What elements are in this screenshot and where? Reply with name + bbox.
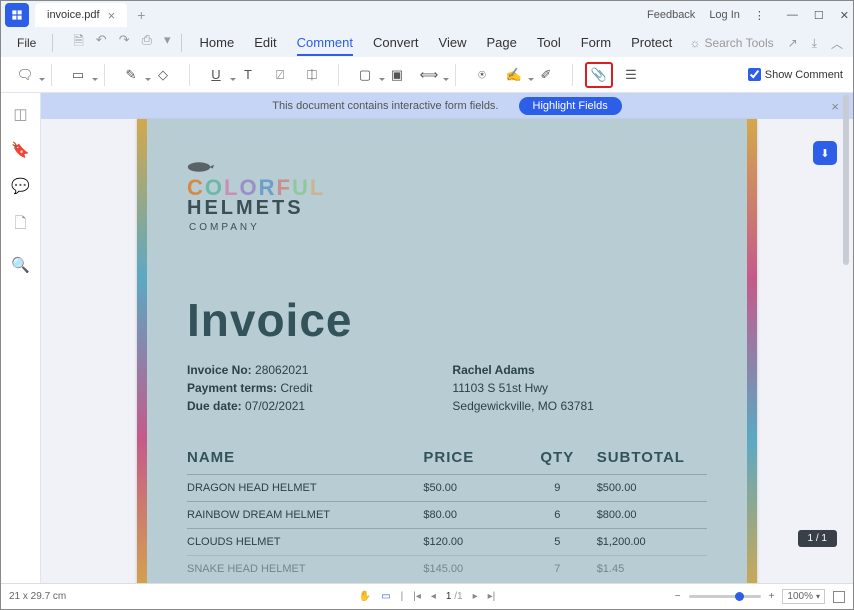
undo-icon[interactable]: ↶ bbox=[96, 32, 107, 54]
callout-box-tool[interactable]: ▣ bbox=[383, 62, 411, 88]
sign-tool[interactable]: ✐ bbox=[532, 62, 560, 88]
underline-tool[interactable]: U bbox=[202, 62, 230, 88]
customize-icon[interactable]: ▾ bbox=[164, 32, 171, 54]
logo-icon bbox=[187, 159, 219, 173]
save-icon[interactable]: 🗎 bbox=[73, 32, 83, 54]
select-tool-icon[interactable]: ▭ bbox=[381, 591, 390, 602]
left-sidebar: ◫ 🔖 💬 🗋 🔍 bbox=[1, 93, 41, 583]
shape-rect-tool[interactable]: ▢ bbox=[351, 62, 379, 88]
cloud-icon[interactable]: ⤓ bbox=[812, 36, 817, 51]
invoice-title: Invoice bbox=[187, 293, 707, 347]
search-tools[interactable]: ☼ Search Tools bbox=[689, 36, 773, 50]
attachments-rail-icon[interactable]: 🗋 bbox=[14, 213, 26, 238]
zoom-value[interactable]: 100% ▾ bbox=[782, 589, 825, 604]
tab-protect[interactable]: Protect bbox=[631, 31, 672, 56]
note-tool[interactable]: 🗨 bbox=[11, 62, 39, 88]
page-dimensions: 21 x 29.7 cm bbox=[9, 591, 66, 602]
first-page-icon[interactable]: |◂ bbox=[413, 591, 421, 602]
close-window-icon[interactable]: ✕ bbox=[840, 9, 849, 22]
menubar: File 🗎 ↶ ↷ ⎙ ▾ Home Edit Comment Convert… bbox=[1, 29, 853, 57]
invoice-meta: Invoice No: 28062021 Payment terms: Cred… bbox=[187, 361, 707, 415]
tab-convert[interactable]: Convert bbox=[373, 31, 419, 56]
page-indicator: 1 / 1 bbox=[798, 530, 837, 547]
tab-edit[interactable]: Edit bbox=[254, 31, 276, 56]
stamp-tool[interactable]: ⍟ bbox=[468, 62, 496, 88]
tab-form[interactable]: Form bbox=[581, 31, 611, 56]
search-icon[interactable]: 🔍 bbox=[11, 256, 30, 274]
signature-tool[interactable]: ✍ bbox=[500, 62, 528, 88]
zoom-slider[interactable] bbox=[689, 595, 761, 598]
statusbar: 21 x 29.7 cm ✋ ▭ | |◂ ◂ 1 /1 ▸ ▸| − + 10… bbox=[1, 583, 853, 609]
zoom-in-icon[interactable]: + bbox=[769, 591, 775, 602]
bookmarks-icon[interactable]: 🔖 bbox=[11, 141, 30, 159]
login-link[interactable]: Log In bbox=[709, 9, 740, 21]
vertical-scrollbar[interactable] bbox=[843, 93, 851, 583]
minimize-icon[interactable]: — bbox=[787, 9, 798, 22]
banner-message: This document contains interactive form … bbox=[272, 100, 498, 112]
titlebar: invoice.pdf × + Feedback Log In ⋮ — ☐ ✕ bbox=[1, 1, 853, 29]
tab-title: invoice.pdf bbox=[47, 9, 100, 21]
maximize-icon[interactable]: ☐ bbox=[814, 9, 824, 22]
banner-close-icon[interactable]: × bbox=[831, 99, 839, 114]
tab-tool[interactable]: Tool bbox=[537, 31, 561, 56]
invoice-table: NAME PRICE QTY SUBTOTAL DRAGON HEAD HELM… bbox=[187, 449, 707, 582]
thumbnails-icon[interactable]: ◫ bbox=[13, 105, 27, 123]
tab-comment[interactable]: Comment bbox=[297, 31, 353, 56]
redo-icon[interactable]: ↷ bbox=[119, 32, 130, 54]
callout-tool[interactable]: ⎅ bbox=[298, 62, 326, 88]
document-canvas[interactable]: This document contains interactive form … bbox=[41, 93, 853, 583]
pdf-page: COLORFUL HELMETS COMPANY Invoice Invoice… bbox=[137, 119, 757, 583]
share-icon[interactable]: ↗ bbox=[788, 36, 798, 50]
highlight-fields-button[interactable]: Highlight Fields bbox=[519, 97, 622, 115]
prev-page-icon[interactable]: ◂ bbox=[431, 591, 436, 602]
hand-tool-icon[interactable]: ✋ bbox=[359, 591, 371, 602]
logo-text-1: COLORFUL bbox=[187, 177, 707, 199]
collapse-ribbon-icon[interactable]: ︿ bbox=[831, 35, 843, 52]
table-row: RAINBOW DREAM HELMET$80.006$800.00 bbox=[187, 501, 707, 528]
highlight-tool[interactable]: ▭ bbox=[64, 62, 92, 88]
table-row: DRAGON HEAD HELMET$50.009$500.00 bbox=[187, 474, 707, 501]
table-row: CLOUDS HELMET$120.005$1,200.00 bbox=[187, 528, 707, 555]
download-badge-icon[interactable]: ⬇ bbox=[813, 141, 837, 165]
show-comment-checkbox[interactable] bbox=[748, 68, 761, 81]
fit-page-icon[interactable] bbox=[833, 591, 845, 603]
last-page-icon[interactable]: ▸| bbox=[488, 591, 496, 602]
text-tool[interactable]: T bbox=[234, 62, 262, 88]
logo-text-3: COMPANY bbox=[189, 222, 707, 233]
tab-view[interactable]: View bbox=[439, 31, 467, 56]
pencil-tool[interactable]: ✎ bbox=[117, 62, 145, 88]
form-fields-banner: This document contains interactive form … bbox=[41, 93, 853, 119]
measure-tool[interactable]: ⟺ bbox=[415, 62, 443, 88]
comment-toolbar: 🗨 ▭ ✎ ◇ U T ⍁ ⎅ ▢ ▣ ⟺ ⍟ ✍ ✐ 📎 ☰ Show Com… bbox=[1, 57, 853, 93]
feedback-link[interactable]: Feedback bbox=[647, 9, 695, 21]
textbox-tool[interactable]: ⍁ bbox=[266, 62, 294, 88]
table-row: SNAKE HEAD HELMET$145.007$1.45 bbox=[187, 555, 707, 582]
next-page-icon[interactable]: ▸ bbox=[473, 591, 478, 602]
page-nav: ✋ ▭ | |◂ ◂ 1 /1 ▸ ▸| bbox=[359, 591, 496, 602]
comments-icon[interactable]: 💬 bbox=[11, 177, 30, 195]
eraser-tool[interactable]: ◇ bbox=[149, 62, 177, 88]
more-icon[interactable]: ⋮ bbox=[754, 9, 765, 22]
file-menu[interactable]: File bbox=[11, 34, 42, 52]
menu-tabs: Home Edit Comment Convert View Page Tool… bbox=[200, 31, 673, 56]
new-tab-button[interactable]: + bbox=[137, 7, 145, 23]
logo-text-2: HELMETS bbox=[187, 197, 707, 220]
close-tab-icon[interactable]: × bbox=[108, 8, 116, 23]
print-icon[interactable]: ⎙ bbox=[142, 32, 152, 54]
zoom-out-icon[interactable]: − bbox=[675, 591, 681, 602]
content-area: ◫ 🔖 💬 🗋 🔍 ▸ This document contains inter… bbox=[1, 93, 853, 583]
attachment-tool[interactable]: 📎 bbox=[585, 62, 613, 88]
tab-home[interactable]: Home bbox=[200, 31, 235, 56]
comments-panel-tool[interactable]: ☰ bbox=[617, 62, 645, 88]
tab-page[interactable]: Page bbox=[486, 31, 516, 56]
document-tab[interactable]: invoice.pdf × bbox=[35, 3, 127, 27]
show-comment-toggle[interactable]: Show Comment bbox=[748, 68, 843, 81]
app-icon bbox=[5, 3, 29, 27]
